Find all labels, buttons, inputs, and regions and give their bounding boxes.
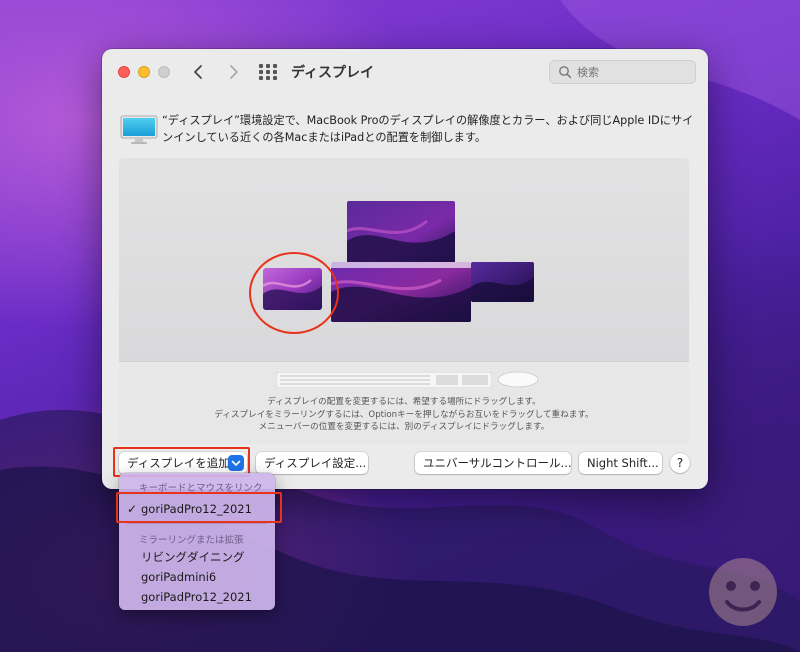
chevron-left-icon	[194, 65, 202, 79]
search-input[interactable]	[577, 65, 687, 79]
annotation-rect-menu-item	[116, 492, 282, 523]
display-settings-button[interactable]: ディスプレイ設定...	[256, 452, 368, 474]
menu-item-mirror-goripadpro12[interactable]: goriPadPro12_2021	[141, 590, 252, 604]
description-text: “ディスプレイ”環境設定で、MacBook Proのディスプレイの解像度とカラー…	[162, 114, 694, 144]
minimize-button[interactable]	[138, 66, 150, 78]
mouse-icon	[497, 371, 539, 388]
display-thumbnail-main[interactable]	[331, 262, 471, 322]
watermark-logo	[709, 558, 777, 626]
menu-item-living-dining[interactable]: リビングダイニング	[141, 549, 245, 565]
display-preferences-window: ディスプレイ “ディスプレイ”環境設定で、MacBook Proのディスプレイの…	[102, 49, 708, 489]
menu-separator	[127, 523, 267, 524]
show-all-grid-icon[interactable]	[259, 64, 277, 80]
night-shift-button[interactable]: Night Shift...	[579, 452, 662, 474]
chevron-right-icon	[230, 65, 238, 79]
arrangement-help-text: ディスプレイの配置を変更するには、希望する場所にドラッグします。 ディスプレイを…	[119, 396, 689, 434]
window-title: ディスプレイ	[291, 65, 375, 81]
menu-bar-indicator[interactable]	[331, 262, 471, 268]
help-line-1: ディスプレイの配置を変更するには、希望する場所にドラッグします。	[267, 397, 541, 407]
menu-header-mirror-extend: ミラーリングまたは拡張	[139, 535, 244, 546]
universal-control-button[interactable]: ユニバーサルコントロール...	[415, 452, 572, 474]
display-icon	[120, 115, 158, 144]
close-button[interactable]	[118, 66, 130, 78]
display-thumbnail-right[interactable]	[471, 262, 534, 302]
forward-button[interactable]	[222, 61, 244, 83]
display-thumbnail-top[interactable]	[347, 201, 455, 263]
display-arrangement-area[interactable]: ディスプレイの配置を変更するには、希望する場所にドラッグします。 ディスプレイを…	[119, 158, 689, 444]
search-field[interactable]	[549, 60, 696, 84]
menu-item-goripadmini6[interactable]: goriPadmini6	[141, 570, 216, 584]
annotation-circle	[249, 252, 339, 334]
zoom-button[interactable]	[158, 66, 170, 78]
help-line-2: ディスプレイをミラーリングするには、Optionキーを押しながらお互いをドラッグ…	[214, 409, 594, 420]
back-button[interactable]	[188, 61, 210, 83]
help-line-3: メニューバーの位置を変更するには、別のディスプレイにドラッグします。	[258, 422, 550, 432]
keyboard-icon	[276, 372, 492, 388]
help-button[interactable]: ?	[670, 453, 690, 473]
title-bar: ディスプレイ	[102, 49, 708, 95]
search-icon	[559, 66, 572, 79]
